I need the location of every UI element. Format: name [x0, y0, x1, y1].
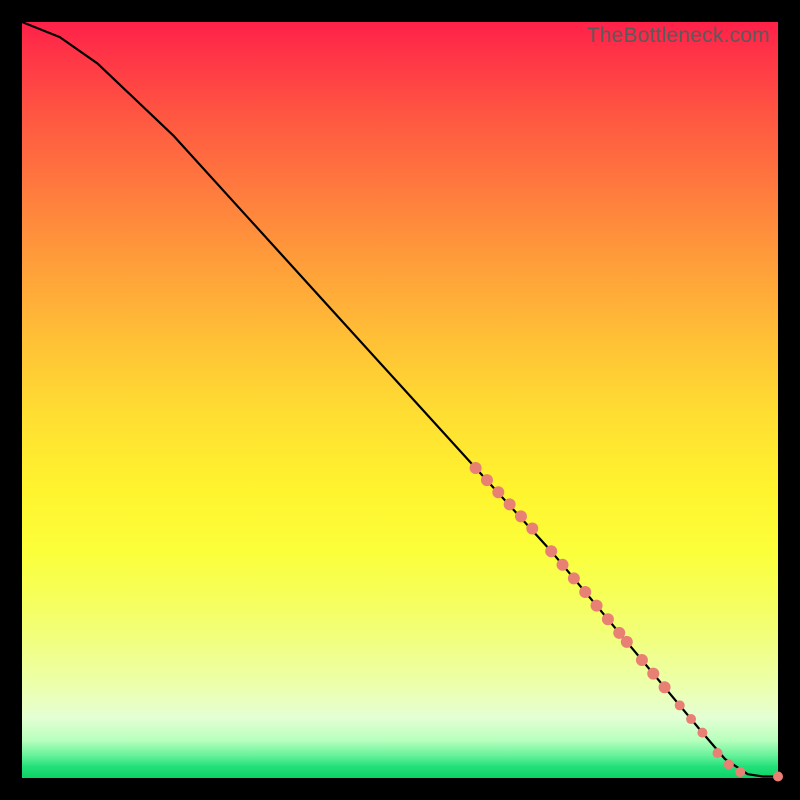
chart-marker [579, 586, 591, 598]
chart-plot-area: TheBottleneck.com [22, 22, 778, 778]
chart-markers [470, 462, 783, 781]
chart-marker [773, 771, 783, 781]
chart-marker [545, 545, 557, 557]
chart-marker [659, 681, 671, 693]
chart-curve [22, 22, 778, 776]
chart-marker [526, 523, 538, 535]
chart-marker [591, 600, 603, 612]
chart-marker [492, 486, 504, 498]
chart-svg [22, 22, 778, 778]
chart-marker [568, 572, 580, 584]
chart-marker [470, 462, 482, 474]
chart-marker [621, 636, 633, 648]
chart-marker [686, 714, 696, 724]
chart-marker [697, 728, 707, 738]
chart-marker [602, 613, 614, 625]
chart-marker [636, 654, 648, 666]
chart-marker [713, 748, 723, 758]
chart-marker [735, 767, 745, 777]
chart-marker [481, 474, 493, 486]
chart-marker [504, 498, 516, 510]
chart-marker [557, 559, 569, 571]
chart-marker [515, 510, 527, 522]
chart-marker [724, 759, 734, 769]
chart-marker [675, 700, 685, 710]
chart-marker [647, 668, 659, 680]
